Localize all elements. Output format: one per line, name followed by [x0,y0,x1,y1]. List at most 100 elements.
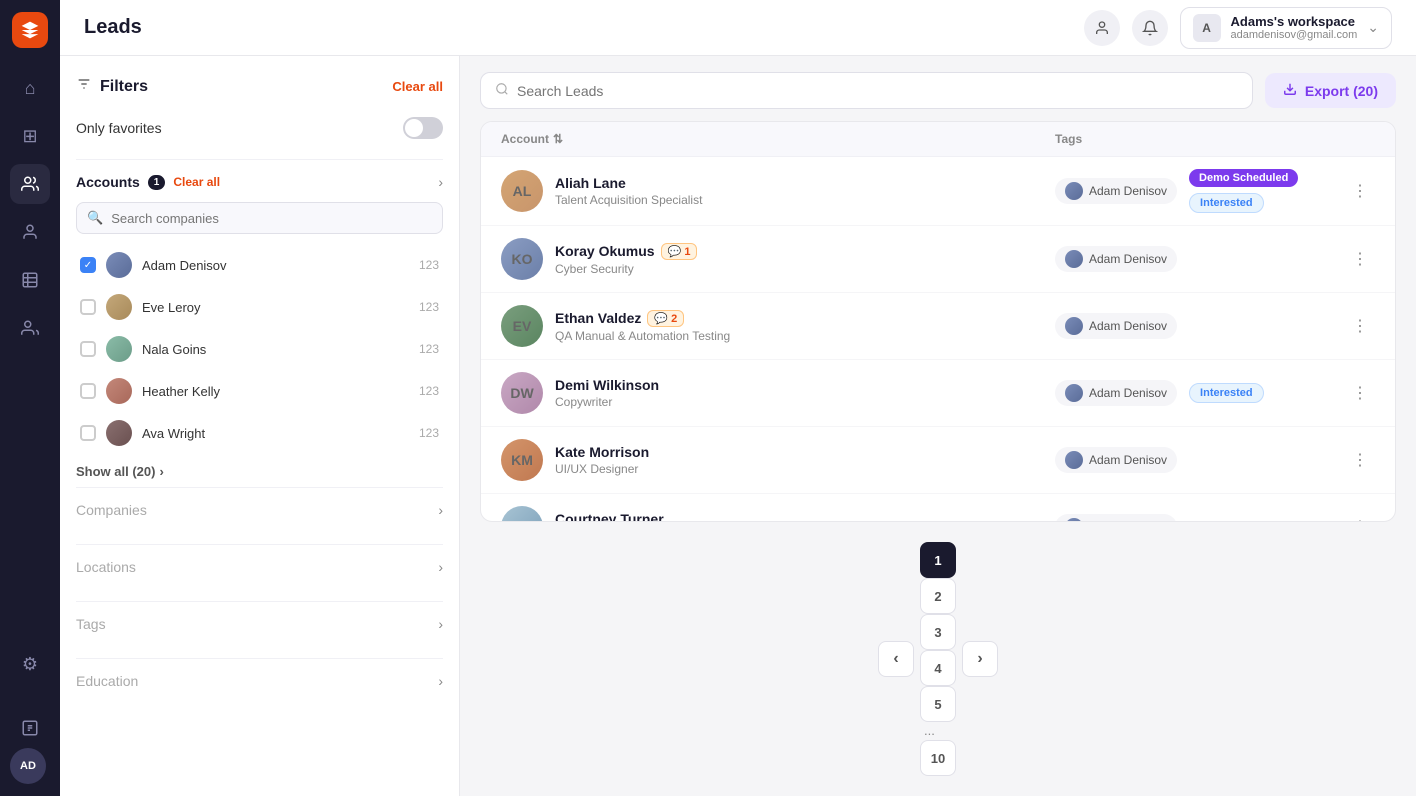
assigned-user: Adam Denisov [1055,313,1177,339]
accounts-clear-button[interactable]: Clear all [173,175,220,189]
search-leads-icon [495,82,509,99]
education-section[interactable]: Education › [76,658,443,715]
page-3-button[interactable]: 3 [920,614,956,650]
filter-checkbox[interactable] [80,257,96,273]
lead-role: Copywriter [555,395,659,409]
only-favorites-toggle[interactable] [403,117,443,139]
more-options-button[interactable]: ⋮ [1345,176,1375,206]
filter-item-name: Adam Denisov [142,258,409,273]
companies-label: Companies [76,502,147,518]
assigned-user: Adam Denisov [1055,380,1177,406]
page-4-button[interactable]: 4 [920,650,956,686]
page-10-button[interactable]: 10 [920,740,956,776]
workspace-selector[interactable]: A Adams's workspace adamdenisov@gmail.co… [1180,7,1392,49]
workspace-email: adamdenisov@gmail.com [1231,29,1358,41]
companies-section[interactable]: Companies › [76,487,443,544]
sidebar-item-settings[interactable]: ⚙ [10,644,50,684]
filter-item-name: Ava Wright [142,426,409,441]
clear-all-button[interactable]: Clear all [392,79,443,94]
leads-panel: Export (20) Account ⇅ Tags AL Aliah Lan [460,56,1416,796]
assigned-name: Adam Denisov [1089,453,1167,467]
filter-item-count: 123 [419,258,439,272]
filter-item[interactable]: Eve Leroy 123 [76,288,443,326]
only-favorites-row: Only favorites [76,117,443,139]
leads-search-input[interactable] [517,83,1238,99]
accounts-badge: 1 [148,175,166,190]
filter-item-name: Eve Leroy [142,300,409,315]
filter-panel: Filters Clear all Only favorites Account… [60,56,460,796]
more-options-button[interactable]: ⋮ [1345,512,1375,522]
lead-avatar: AL [501,170,543,212]
sidebar-item-grid[interactable]: ⊞ [10,116,50,156]
lead-details: Kate Morrison UI/UX Designer [555,444,649,476]
table-row[interactable]: CT Courtney Turner Frontend Developer Ad… [481,494,1395,522]
next-page-button[interactable]: › [962,641,998,677]
lead-right: Adam Denisov Demo ScheduledInterested ⋮ [1055,169,1375,213]
filter-checkbox[interactable] [80,383,96,399]
main-content: Leads A Adams's workspace adamdenisov@gm… [60,0,1416,796]
filter-item-count: 123 [419,426,439,440]
page-1-button[interactable]: 1 [920,542,956,578]
page-2-button[interactable]: 2 [920,578,956,614]
lead-right: Adam Denisov ⋮ [1055,311,1375,341]
lead-name: Kate Morrison [555,444,649,460]
leads-search-box [480,72,1253,109]
lead-info: CT Courtney Turner Frontend Developer [501,506,1055,522]
accounts-section-header[interactable]: Accounts 1 Clear all › [76,174,443,190]
notifications-button[interactable] [1132,10,1168,46]
more-options-button[interactable]: ⋮ [1345,378,1375,408]
assigned-user: Adam Denisov [1055,178,1177,204]
table-row[interactable]: AL Aliah Lane Talent Acquisition Special… [481,157,1395,226]
sidebar-item-home[interactable]: ⌂ [10,68,50,108]
sidebar-item-table[interactable] [10,260,50,300]
filter-item[interactable]: Adam Denisov 123 [76,246,443,284]
page-title: Leads [84,16,1068,39]
page-5-button[interactable]: 5 [920,686,956,722]
accounts-chevron-icon: › [438,174,443,190]
app-logo[interactable] [12,12,48,48]
leads-table: Account ⇅ Tags AL Aliah Lane Talent Acqu… [480,121,1396,522]
tags-chevron-icon: › [438,616,443,632]
header-actions: A Adams's workspace adamdenisov@gmail.co… [1084,7,1392,49]
lead-name: Courtney Turner [555,511,664,522]
lead-role: Cyber Security [555,262,697,276]
tag-interested: Interested [1189,193,1264,213]
table-row[interactable]: EV Ethan Valdez 💬 2 QA Manual & Automati… [481,293,1395,360]
table-row[interactable]: DW Demi Wilkinson Copywriter Adam Deniso… [481,360,1395,427]
locations-section[interactable]: Locations › [76,544,443,601]
lead-info: KO Koray Okumus 💬 1 Cyber Security [501,238,1055,280]
more-options-button[interactable]: ⋮ [1345,445,1375,475]
filter-checkbox[interactable] [80,299,96,315]
filter-avatar [106,294,132,320]
table-row[interactable]: KM Kate Morrison UI/UX Designer Adam Den… [481,427,1395,494]
filter-item-name: Heather Kelly [142,384,409,399]
export-button[interactable]: Export (20) [1265,73,1396,108]
prev-page-button[interactable]: ‹ [878,641,914,677]
accounts-title: Accounts 1 Clear all [76,174,220,190]
lead-role: QA Manual & Automation Testing [555,329,730,343]
more-options-button[interactable]: ⋮ [1345,311,1375,341]
col-account: Account ⇅ [501,132,1055,146]
filter-item[interactable]: Nala Goins 123 [76,330,443,368]
more-options-button[interactable]: ⋮ [1345,244,1375,274]
sidebar-item-contacts[interactable] [10,212,50,252]
show-all-button[interactable]: Show all (20) › [76,456,164,487]
sidebar-item-people[interactable] [10,308,50,348]
filter-item[interactable]: Ava Wright 123 [76,414,443,452]
user-avatar[interactable]: AD [10,748,46,784]
tags-section[interactable]: Tags › [76,601,443,658]
assigned-avatar [1065,384,1083,402]
filter-checkbox[interactable] [80,425,96,441]
sidebar-item-leads[interactable] [10,164,50,204]
table-row[interactable]: KO Koray Okumus 💬 1 Cyber Security Adam … [481,226,1395,293]
filter-checkbox[interactable] [80,341,96,357]
filter-item-name: Nala Goins [142,342,409,357]
lead-right: Adam Denisov Interested ⋮ [1055,378,1375,408]
filter-item[interactable]: Heather Kelly 123 [76,372,443,410]
education-chevron-icon: › [438,673,443,689]
lead-info: KM Kate Morrison UI/UX Designer [501,439,1055,481]
filter-header: Filters Clear all [76,76,443,97]
profile-button[interactable] [1084,10,1120,46]
company-search-input[interactable] [111,211,432,226]
sidebar-item-document[interactable] [10,708,50,748]
